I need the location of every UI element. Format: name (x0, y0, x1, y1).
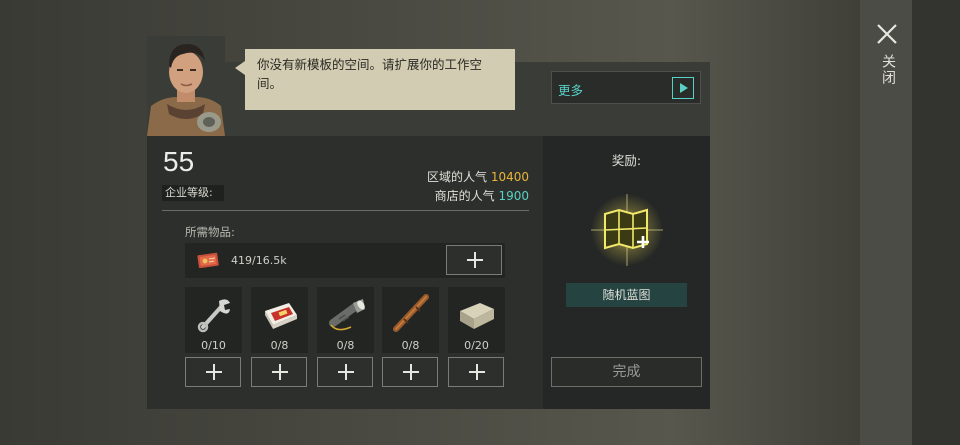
company-level-value: 55 (163, 146, 195, 177)
add-item-button[interactable] (448, 357, 504, 387)
close-label[interactable]: 关闭 (876, 54, 898, 86)
add-item-button[interactable] (317, 357, 373, 387)
item-slot-cigarettes[interactable]: 0/8 (251, 287, 308, 353)
region-popularity: 区域的人气 10400 (427, 168, 529, 185)
shop-popularity: 商店的人气 1900 (435, 187, 529, 204)
more-button[interactable]: 更多 (551, 71, 701, 104)
divider (162, 210, 529, 211)
flashlight-icon (329, 299, 365, 331)
item-slot-flashlight[interactable]: 0/8 (317, 287, 374, 353)
add-resource-button[interactable] (446, 245, 502, 275)
close-icon (877, 24, 897, 44)
npc-portrait (147, 36, 225, 136)
required-items-label: 所需物品: (185, 225, 235, 239)
shop-popularity-value: 1900 (498, 189, 529, 203)
speech-text: 你没有新模板的空间。请扩展你的工作空间。 (257, 57, 483, 91)
item-count: 0/20 (464, 339, 489, 352)
background-edge-right (912, 0, 960, 445)
reward-title: 奖励: (611, 153, 642, 168)
resource-count: 419/16.5k (231, 254, 287, 267)
item-count: 0/8 (336, 339, 355, 352)
complete-button[interactable]: 完成 (551, 357, 702, 387)
stone-block-icon (460, 303, 494, 329)
add-item-button[interactable] (382, 357, 438, 387)
item-count: 0/8 (270, 339, 289, 352)
cigarette-pack-icon (265, 303, 297, 329)
coupon-ticket-icon (197, 252, 219, 268)
more-label: 更多 (558, 83, 584, 98)
close-button[interactable] (873, 20, 901, 48)
company-level-label: 企业等级: (162, 185, 224, 201)
item-slot-stone[interactable]: 0/20 (448, 287, 505, 353)
speech-bubble: 你没有新模板的空间。请扩展你的工作空间。 (235, 49, 515, 110)
blueprint-map-icon (591, 194, 663, 266)
region-popularity-value: 10400 (490, 170, 529, 184)
region-popularity-label: 区域的人气 (426, 170, 487, 184)
shop-popularity-label: 商店的人气 (434, 189, 495, 203)
play-icon (672, 77, 694, 99)
wooden-stick-icon (393, 294, 429, 332)
item-count: 0/10 (201, 339, 226, 352)
add-item-button[interactable] (251, 357, 307, 387)
item-count: 0/8 (401, 339, 420, 352)
wrench-icon (197, 299, 230, 333)
item-slot-wrench[interactable]: 0/10 (185, 287, 242, 353)
item-slot-stick[interactable]: 0/8 (382, 287, 439, 353)
reward-name: 随机蓝图 (566, 283, 687, 307)
add-item-button[interactable] (185, 357, 241, 387)
